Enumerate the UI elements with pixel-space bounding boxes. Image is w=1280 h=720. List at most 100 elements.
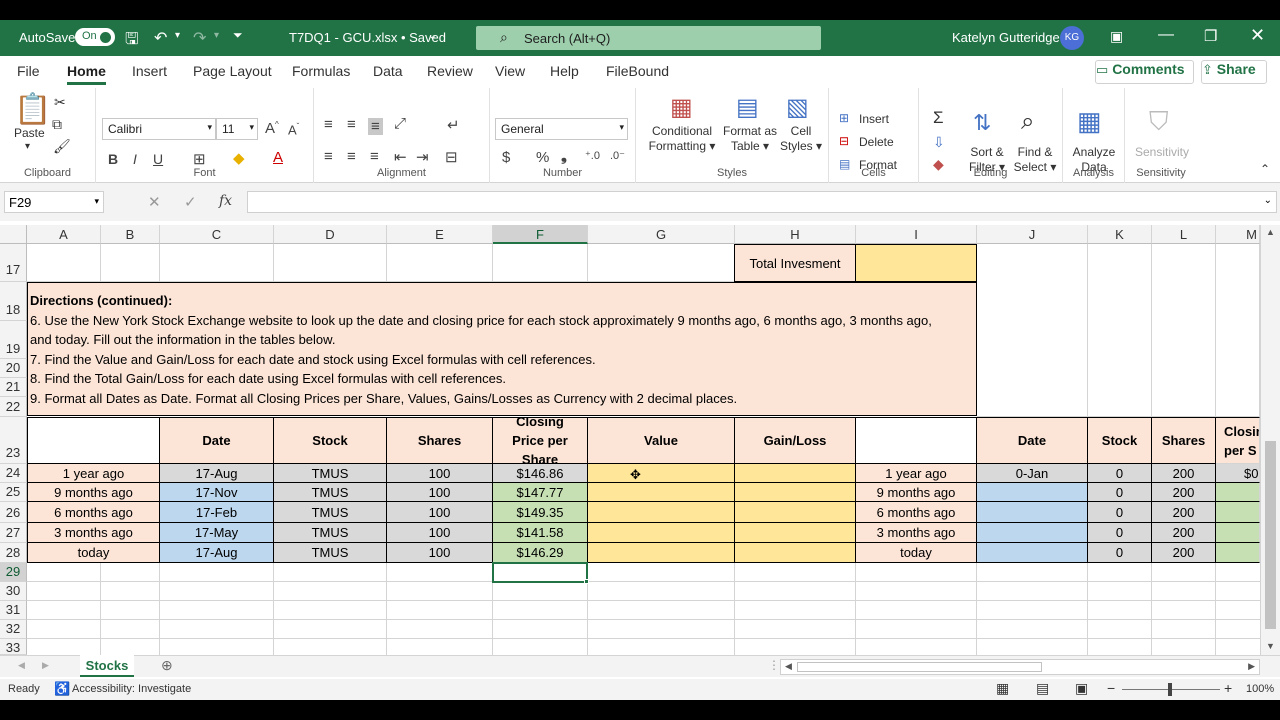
table1-period[interactable]: 9 months ago bbox=[27, 483, 160, 502]
row-header-20[interactable]: 20 bbox=[0, 359, 27, 378]
selected-cell-f29[interactable] bbox=[492, 562, 588, 583]
row-header-19[interactable]: 19 bbox=[0, 321, 27, 359]
hscroll-thumb[interactable] bbox=[797, 662, 1042, 672]
row-header-26[interactable]: 26 bbox=[0, 502, 27, 523]
total-investment-label[interactable]: Total Invesment bbox=[734, 244, 856, 282]
table1-header-price[interactable]: Closing Price per Share bbox=[493, 417, 588, 464]
table1-value[interactable]: ✥ bbox=[588, 464, 735, 483]
page-break-view-icon[interactable]: ▣ bbox=[1075, 680, 1088, 697]
accessibility-status[interactable]: Accessibility: Investigate bbox=[72, 683, 191, 695]
table2-header-date[interactable]: Date bbox=[977, 417, 1088, 464]
normal-view-icon[interactable]: ▦ bbox=[996, 680, 1009, 697]
column-header-d[interactable]: D bbox=[274, 225, 387, 244]
column-header-j[interactable]: J bbox=[977, 225, 1088, 244]
row-header-29[interactable]: 29 bbox=[0, 563, 27, 582]
table1-shares[interactable]: 100 bbox=[387, 543, 493, 563]
column-header-e[interactable]: E bbox=[387, 225, 493, 244]
column-header-c[interactable]: C bbox=[160, 225, 274, 244]
table2-period[interactable]: today bbox=[856, 543, 977, 563]
table2-price[interactable] bbox=[1216, 483, 1260, 502]
table1-stock[interactable]: TMUS bbox=[274, 523, 387, 543]
cell-b17[interactable] bbox=[101, 244, 160, 282]
row-header-28[interactable]: 28 bbox=[0, 543, 27, 563]
table2-price[interactable] bbox=[1216, 502, 1260, 523]
directions-block[interactable]: Directions (continued): 6. Use the New Y… bbox=[27, 282, 977, 416]
table2-stock[interactable]: 0 bbox=[1088, 543, 1152, 563]
cell-j17-22[interactable] bbox=[977, 244, 1088, 417]
table2-price[interactable]: $0 bbox=[1216, 464, 1260, 483]
row-header-17[interactable]: 17 bbox=[0, 244, 27, 282]
table2-period[interactable]: 6 months ago bbox=[856, 502, 977, 523]
column-header-h[interactable]: H bbox=[735, 225, 856, 244]
table1-value[interactable] bbox=[588, 543, 735, 563]
zoom-level[interactable]: 100% bbox=[1246, 683, 1274, 695]
table2-period[interactable]: 3 months ago bbox=[856, 523, 977, 543]
column-header-m[interactable]: M bbox=[1216, 225, 1260, 244]
table1-price[interactable]: $147.77 bbox=[493, 483, 588, 502]
table1-gainloss[interactable] bbox=[735, 464, 856, 483]
cell-m17-22[interactable] bbox=[1216, 244, 1260, 417]
table1-stock[interactable]: TMUS bbox=[274, 464, 387, 483]
table1-header-stock[interactable]: Stock bbox=[274, 417, 387, 464]
row-header-21[interactable]: 21 bbox=[0, 378, 27, 397]
table1-header-date[interactable]: Date bbox=[160, 417, 274, 464]
table2-header-stock[interactable]: Stock bbox=[1088, 417, 1152, 464]
table1-value[interactable] bbox=[588, 502, 735, 523]
table1-date[interactable]: 17-Nov bbox=[160, 483, 274, 502]
table2-shares[interactable]: 200 bbox=[1152, 502, 1216, 523]
table1-period[interactable]: 3 months ago bbox=[27, 523, 160, 543]
horizontal-scrollbar[interactable]: ◀ ▶ bbox=[780, 659, 1260, 675]
row-header-23[interactable]: 23 bbox=[0, 417, 27, 464]
table1-shares[interactable]: 100 bbox=[387, 483, 493, 502]
table1-stock[interactable]: TMUS bbox=[274, 502, 387, 523]
table1-period[interactable]: today bbox=[27, 543, 160, 563]
table1-price[interactable]: $146.29 bbox=[493, 543, 588, 563]
column-header-g[interactable]: G bbox=[588, 225, 735, 244]
table2-date[interactable]: 0-Jan bbox=[977, 464, 1088, 483]
vertical-scrollbar[interactable]: ▲ ▼ bbox=[1260, 225, 1280, 655]
table2-stock[interactable]: 0 bbox=[1088, 523, 1152, 543]
table1-shares[interactable]: 100 bbox=[387, 464, 493, 483]
column-header-i[interactable]: I bbox=[856, 225, 977, 244]
fill-handle[interactable] bbox=[584, 579, 589, 584]
row-header-18[interactable]: 18 bbox=[0, 282, 27, 321]
add-sheet-icon[interactable]: ⊕ bbox=[161, 657, 173, 674]
scroll-left-icon[interactable]: ◀ bbox=[785, 661, 792, 672]
empty-rows-area[interactable] bbox=[27, 563, 1260, 655]
scroll-down-icon[interactable]: ▼ bbox=[1266, 641, 1275, 651]
cell-c17[interactable] bbox=[160, 244, 274, 282]
table1-stock[interactable]: TMUS bbox=[274, 543, 387, 563]
tab-split-icon[interactable]: ⋮ bbox=[768, 658, 780, 672]
table2-period[interactable]: 9 months ago bbox=[856, 483, 977, 502]
next-sheet-icon[interactable]: ▶ bbox=[42, 660, 49, 671]
table2-date[interactable] bbox=[977, 523, 1088, 543]
table2-header-price[interactable]: Closin per S bbox=[1216, 417, 1260, 464]
table1-period[interactable]: 1 year ago bbox=[27, 464, 160, 483]
row-header-27[interactable]: 27 bbox=[0, 523, 27, 543]
table1-header-value[interactable]: Value bbox=[588, 417, 735, 464]
table1-date[interactable]: 17-Feb bbox=[160, 502, 274, 523]
column-header-a[interactable]: A bbox=[27, 225, 101, 244]
column-header-k[interactable]: K bbox=[1088, 225, 1152, 244]
column-header-b[interactable]: B bbox=[101, 225, 160, 244]
column-header-l[interactable]: L bbox=[1152, 225, 1216, 244]
table1-stock[interactable]: TMUS bbox=[274, 483, 387, 502]
table2-shares[interactable]: 200 bbox=[1152, 523, 1216, 543]
table2-stock[interactable]: 0 bbox=[1088, 502, 1152, 523]
table1-price[interactable]: $146.86 bbox=[493, 464, 588, 483]
scroll-right-icon[interactable]: ▶ bbox=[1248, 661, 1255, 672]
cell-f17[interactable] bbox=[493, 244, 588, 282]
zoom-in-icon[interactable]: + bbox=[1224, 680, 1232, 696]
row-header-32[interactable]: 32 bbox=[0, 620, 27, 639]
table2-header-shares[interactable]: Shares bbox=[1152, 417, 1216, 464]
table2-shares[interactable]: 200 bbox=[1152, 464, 1216, 483]
cell-k17-22[interactable] bbox=[1088, 244, 1152, 417]
table2-price[interactable] bbox=[1216, 543, 1260, 563]
column-header-f[interactable]: F bbox=[493, 225, 588, 244]
cell-d17[interactable] bbox=[274, 244, 387, 282]
zoom-out-icon[interactable]: − bbox=[1107, 680, 1115, 696]
table1-value[interactable] bbox=[588, 483, 735, 502]
table1-shares[interactable]: 100 bbox=[387, 523, 493, 543]
select-all-corner[interactable] bbox=[0, 225, 27, 244]
table1-value[interactable] bbox=[588, 523, 735, 543]
